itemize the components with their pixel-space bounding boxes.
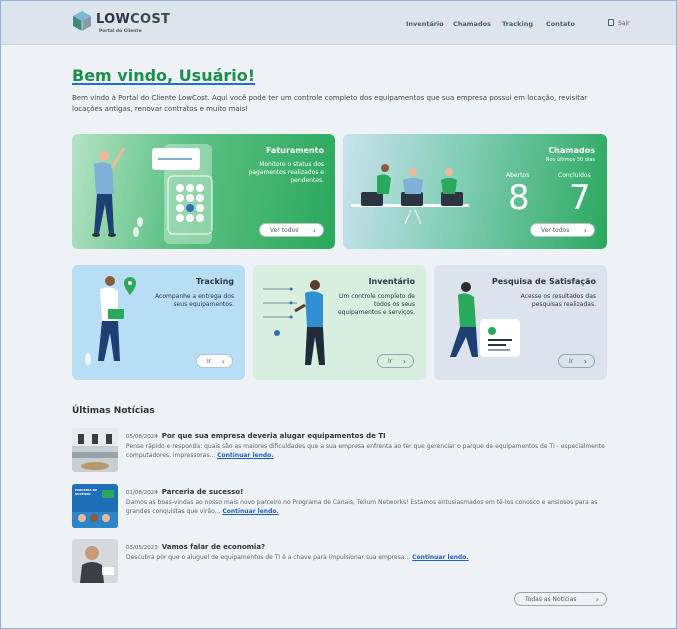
billing-illustration <box>92 144 213 244</box>
billing-card[interactable]: Faturamento Monitore o status dos pagame… <box>72 134 335 249</box>
billing-view-all-button[interactable]: Ver todos › <box>259 223 324 237</box>
billing-title: Faturamento <box>265 146 324 155</box>
survey-desc: Acesse os resultados das pesquisas reali… <box>520 293 596 308</box>
news-thumbnail[interactable]: PARCERIA DE SUCESSO <box>72 484 118 528</box>
news-item: 03/05/2023 Vamos falar de economia? Descu… <box>72 539 607 585</box>
news-thumbnail[interactable] <box>72 539 118 583</box>
tickets-open-count: 8 <box>508 178 530 218</box>
news-title[interactable]: Vamos falar de economia? <box>162 543 265 551</box>
all-news-label: Todas as Notícias <box>525 595 577 603</box>
welcome-text: Bem vindo à Portal do Cliente LowCost. A… <box>72 94 588 113</box>
chevron-right-icon: › <box>402 357 406 366</box>
news-title[interactable]: Por que sua empresa deveria alugar equip… <box>162 432 386 440</box>
tracking-go-label: Ir <box>207 357 212 365</box>
news-thumbnail[interactable] <box>72 428 118 472</box>
tracking-card[interactable]: Tracking Acompanhe a entrega dos seus eq… <box>72 265 245 380</box>
nav-inventario[interactable]: Inventário <box>406 20 444 28</box>
inventory-card[interactable]: Inventário Um controle completo de todos… <box>253 265 426 380</box>
logout-icon <box>608 19 614 26</box>
nav-tracking[interactable]: Tracking <box>502 20 533 28</box>
read-more-link[interactable]: Continuar lendo. <box>217 452 273 459</box>
tickets-card[interactable]: Chamados Nos últimos 30 dias Abertos 8 C… <box>343 134 607 249</box>
inventory-desc: Um controle completo de todos os seus eq… <box>338 293 415 316</box>
news-item: PARCERIA DE SUCESSO 01/08/2024 Parceria d… <box>72 484 607 530</box>
tracking-illustration <box>85 276 136 365</box>
inventory-go-button[interactable]: Ir › <box>377 354 414 368</box>
all-news-button[interactable]: Todas as Notícias › <box>514 592 607 606</box>
tracking-title: Tracking <box>195 277 234 286</box>
survey-go-button[interactable]: Ir › <box>558 354 595 368</box>
tickets-illustration <box>351 164 469 225</box>
read-more-link[interactable]: Continuar lendo. <box>222 508 278 515</box>
news-date: 03/05/2023 Vamos falar de economia? <box>126 543 266 551</box>
top-header: LOWCOST Portal do Cliente Inventário Cha… <box>1 1 676 45</box>
billing-view-all-label: Ver todos <box>270 226 299 234</box>
news-date: 01/08/2024 Parceria de sucesso! <box>126 488 244 496</box>
logout-label: Sair <box>618 20 630 27</box>
news-excerpt: Descubra por que o aluguel de equipament… <box>126 554 469 561</box>
chevron-right-icon: › <box>221 357 225 366</box>
inventory-title: Inventário <box>368 277 415 286</box>
news-heading: Últimas Notícias <box>72 406 155 416</box>
survey-title: Pesquisa de Satisfação <box>491 277 596 286</box>
tracking-desc: Acompanhe a entrega dos seus equipamento… <box>155 293 234 308</box>
news-thumbnail-caption: PARCERIA DE SUCESSO <box>75 488 98 496</box>
tickets-view-all-button[interactable]: Ver todos › <box>530 223 595 237</box>
logout-button[interactable]: Sair <box>608 19 630 27</box>
chevron-right-icon: › <box>583 357 587 366</box>
nav-chamados[interactable]: Chamados <box>453 20 491 28</box>
tickets-closed-count: 7 <box>569 178 591 218</box>
welcome-title: Bem vindo, Usuário! <box>72 66 256 85</box>
logo-subtitle: Portal do Cliente <box>99 29 142 34</box>
tracking-go-button[interactable]: Ir › <box>196 354 233 368</box>
survey-go-label: Ir <box>569 357 574 365</box>
chevron-right-icon: › <box>595 595 599 604</box>
inventory-illustration <box>263 280 325 365</box>
read-more-link[interactable]: Continuar lendo. <box>412 554 468 561</box>
news-excerpt: Damos as boas-vindas ao nosso mais novo … <box>126 499 598 515</box>
survey-card[interactable]: Pesquisa de Satisfação Acesse os resulta… <box>434 265 607 380</box>
news-item: 05/08/2024 Por que sua empresa deveria al… <box>72 428 607 474</box>
chevron-right-icon: › <box>312 226 316 235</box>
tickets-title: Chamados <box>548 146 595 155</box>
tickets-subtitle: Nos últimos 30 dias <box>545 157 595 163</box>
news-title[interactable]: Parceria de sucesso! <box>162 488 244 496</box>
logo-cube-icon <box>73 11 91 31</box>
chevron-right-icon: › <box>583 226 587 235</box>
billing-desc: Monitore o status dos pagamentos realiza… <box>248 161 324 184</box>
lowcost-logo[interactable]: LOWCOST Portal do Cliente <box>72 10 170 38</box>
news-date: 05/08/2024 Por que sua empresa deveria al… <box>126 432 386 440</box>
inventory-go-label: Ir <box>388 357 393 365</box>
nav-contato[interactable]: Contato <box>546 20 575 28</box>
news-excerpt: Pense rápido e responda: quais são as ma… <box>126 443 605 459</box>
tickets-view-all-label: Ver todos <box>541 226 570 234</box>
logo-wordmark: LOWCOST <box>96 12 171 27</box>
